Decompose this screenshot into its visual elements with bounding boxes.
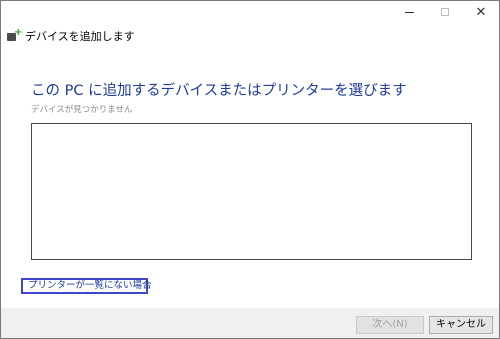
status-text: デバイスが見つかりません [31,105,133,115]
wizard-header: + デバイスを追加します [7,28,135,44]
device-list[interactable] [31,123,472,260]
maximize-button[interactable] [427,1,463,23]
maximize-icon [441,8,449,16]
minimize-button[interactable] [391,1,427,23]
wizard-title: デバイスを追加します [25,30,135,43]
footer-bar [1,308,499,338]
close-button[interactable]: ✕ [463,1,499,23]
page-heading: この PC に追加するデバイスまたはプリンターを選びます [31,83,407,99]
next-button[interactable]: 次へ(N) [356,316,424,334]
close-icon: ✕ [475,4,487,20]
printer-not-listed-link[interactable]: プリンターが一覧にない場合 [21,278,152,294]
add-device-icon: + [7,28,22,42]
add-device-window: ✕ + デバイスを追加します この PC に追加するデバイスまたはプリンターを選… [0,0,500,339]
cancel-button[interactable]: キャンセル [429,316,493,334]
window-controls: ✕ [391,1,499,23]
minimize-icon [404,11,414,13]
